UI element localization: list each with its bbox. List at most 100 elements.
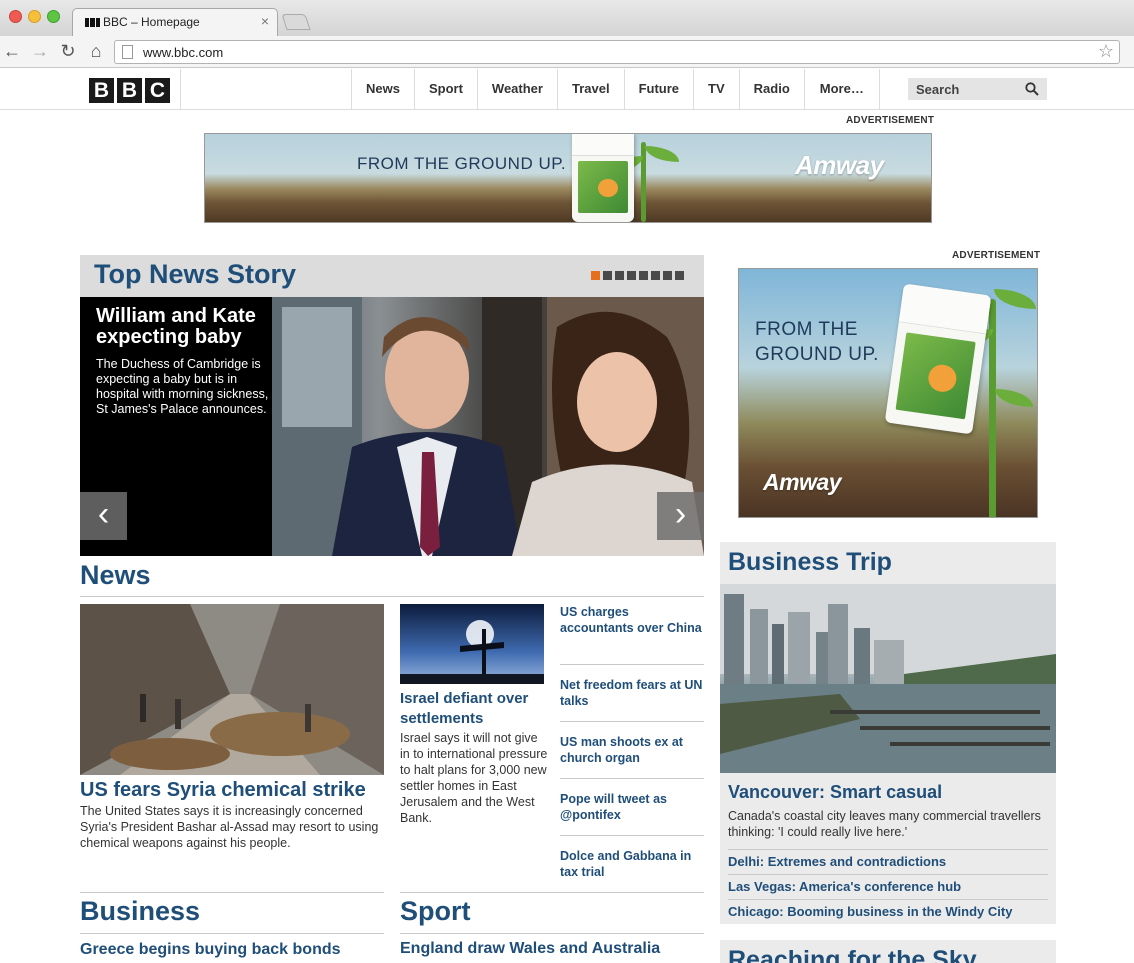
nav-sport[interactable]: Sport: [413, 69, 477, 109]
divider: [560, 835, 704, 836]
business-trip-headline[interactable]: Vancouver: Smart casual: [728, 782, 942, 803]
vitamin-bottle-image: [572, 134, 634, 222]
business-headline[interactable]: Greece begins buying back bonds: [80, 941, 341, 959]
second-story-headline[interactable]: Israel defiant over settlements: [400, 689, 550, 729]
business-trip-link[interactable]: Las Vegas: America's conference hub: [728, 879, 1048, 894]
vancouver-photo[interactable]: [720, 584, 1056, 773]
business-section-title[interactable]: Business: [80, 896, 200, 927]
bbc-header: B B C News Sport Weather Travel Future T…: [0, 69, 1134, 110]
banner-advertisement[interactable]: FROM THE GROUND UP. Amway: [204, 133, 932, 223]
ad-tagline: FROM THE GROUND UP.: [357, 154, 567, 173]
israel-silhouette-photo[interactable]: [400, 604, 544, 684]
vitamin-bottle-image: [884, 283, 992, 435]
forward-arrow-icon[interactable]: →: [30, 41, 50, 61]
search-box: [908, 78, 1047, 100]
top-story-summary: The Duchess of Cambridge is expecting a …: [96, 357, 269, 416]
address-bar[interactable]: www.bbc.com ☆: [114, 40, 1120, 64]
browser-tab[interactable]: BBC – Homepage ×: [72, 8, 278, 36]
news-section-title[interactable]: News: [80, 560, 151, 591]
logo-letter: B: [89, 78, 114, 103]
divider: [728, 849, 1048, 850]
url-text[interactable]: www.bbc.com: [143, 45, 223, 60]
reload-icon[interactable]: ↻: [58, 41, 78, 61]
nav-more[interactable]: More…: [803, 69, 880, 109]
plant-stem: [641, 142, 646, 222]
divider: [560, 778, 704, 779]
advertisement-label: ADVERTISEMENT: [952, 250, 1041, 261]
bbc-logo[interactable]: B B C: [89, 78, 170, 103]
search-icon[interactable]: [1025, 82, 1039, 96]
divider: [728, 874, 1048, 875]
carousel-dot[interactable]: [603, 271, 612, 280]
carousel-indicator: [591, 271, 684, 280]
top-story-header: Top News Story: [80, 255, 704, 297]
nav-weather[interactable]: Weather: [476, 69, 557, 109]
news-link[interactable]: Dolce and Gabbana in tax trial: [560, 848, 704, 880]
browser-titlebar: BBC – Homepage ×: [0, 0, 1134, 36]
news-link[interactable]: US man shoots ex at church organ: [560, 734, 704, 766]
carousel-dot[interactable]: [627, 271, 636, 280]
syria-street-photo[interactable]: [80, 604, 384, 775]
plant-leaf: [995, 389, 1033, 407]
tab-title: BBC – Homepage: [103, 15, 200, 29]
top-story-headline[interactable]: William and Kate expecting baby: [96, 306, 272, 348]
business-trip-link[interactable]: Delhi: Extremes and contradictions: [728, 854, 1048, 869]
carousel-dot[interactable]: [639, 271, 648, 280]
amway-logo: Amway: [763, 469, 842, 495]
browser-toolbar: ← → ↻ ⌂ www.bbc.com ☆: [0, 36, 1134, 68]
news-link[interactable]: Pope will tweet as @pontifex: [560, 791, 704, 823]
amway-logo: Amway: [795, 150, 884, 180]
business-trip-title[interactable]: Business Trip: [728, 548, 892, 577]
nav-future[interactable]: Future: [623, 69, 693, 109]
divider: [80, 596, 704, 597]
main-nav: News Sport Weather Travel Future TV Radi…: [351, 69, 880, 109]
carousel-dot[interactable]: [591, 271, 600, 280]
ad-tagline-line2: GROUND UP.: [755, 344, 879, 365]
top-story-photo[interactable]: [272, 297, 704, 556]
nav-news[interactable]: News: [351, 69, 414, 109]
minimize-window-button[interactable]: [28, 10, 41, 23]
nav-travel[interactable]: Travel: [556, 69, 624, 109]
business-trip-summary: Canada's coastal city leaves many commer…: [728, 809, 1041, 839]
home-icon[interactable]: ⌂: [86, 41, 106, 61]
business-trip-link[interactable]: Chicago: Booming business in the Windy C…: [728, 904, 1048, 919]
lead-story-headline[interactable]: US fears Syria chemical strike: [80, 779, 366, 802]
sport-headline[interactable]: England draw Wales and Australia: [400, 940, 660, 958]
bookmark-star-icon[interactable]: ☆: [1098, 41, 1114, 62]
carousel-dot[interactable]: [675, 271, 684, 280]
sport-section-title[interactable]: Sport: [400, 896, 471, 927]
royal-couple-photo: [272, 297, 704, 556]
divider: [560, 664, 704, 665]
divider: [728, 899, 1048, 900]
search-input[interactable]: [908, 78, 1023, 100]
nav-radio[interactable]: Radio: [738, 69, 804, 109]
nav-tv[interactable]: TV: [693, 69, 739, 109]
divider: [80, 892, 384, 893]
zoom-window-button[interactable]: [47, 10, 60, 23]
divider: [80, 933, 384, 934]
ad-tagline-line1: FROM THE: [755, 319, 858, 340]
business-trip-panel: Business Trip Vancouver: Smart casual Ca…: [720, 542, 1056, 924]
reaching-sky-title[interactable]: Reaching for the Sky: [728, 946, 977, 963]
previous-slide-button[interactable]: ‹: [80, 492, 127, 540]
top-story-title: Top News Story: [94, 259, 297, 289]
carousel-dot[interactable]: [651, 271, 660, 280]
close-window-button[interactable]: [9, 10, 22, 23]
new-tab-button[interactable]: [281, 14, 311, 30]
back-arrow-icon[interactable]: ←: [2, 41, 22, 61]
top-story-carousel[interactable]: William and Kate expecting baby The Duch…: [80, 297, 704, 556]
second-story-summary: Israel says it will not give in to inter…: [400, 731, 548, 825]
advertisement-label: ADVERTISEMENT: [846, 115, 935, 126]
side-advertisement[interactable]: FROM THE GROUND UP. Amway: [738, 268, 1038, 518]
logo-letter: C: [145, 78, 170, 103]
news-link[interactable]: Net freedom fears at UN talks: [560, 677, 704, 709]
carousel-dot[interactable]: [663, 271, 672, 280]
carousel-dot[interactable]: [615, 271, 624, 280]
reaching-sky-panel: Reaching for the Sky: [720, 940, 1056, 963]
news-link[interactable]: US charges accountants over China: [560, 604, 704, 636]
divider: [400, 933, 704, 934]
plant-leaf: [645, 146, 679, 162]
bbc-favicon-icon: [85, 18, 100, 27]
tab-close-icon[interactable]: ×: [261, 13, 269, 29]
next-slide-button[interactable]: ›: [657, 492, 704, 540]
